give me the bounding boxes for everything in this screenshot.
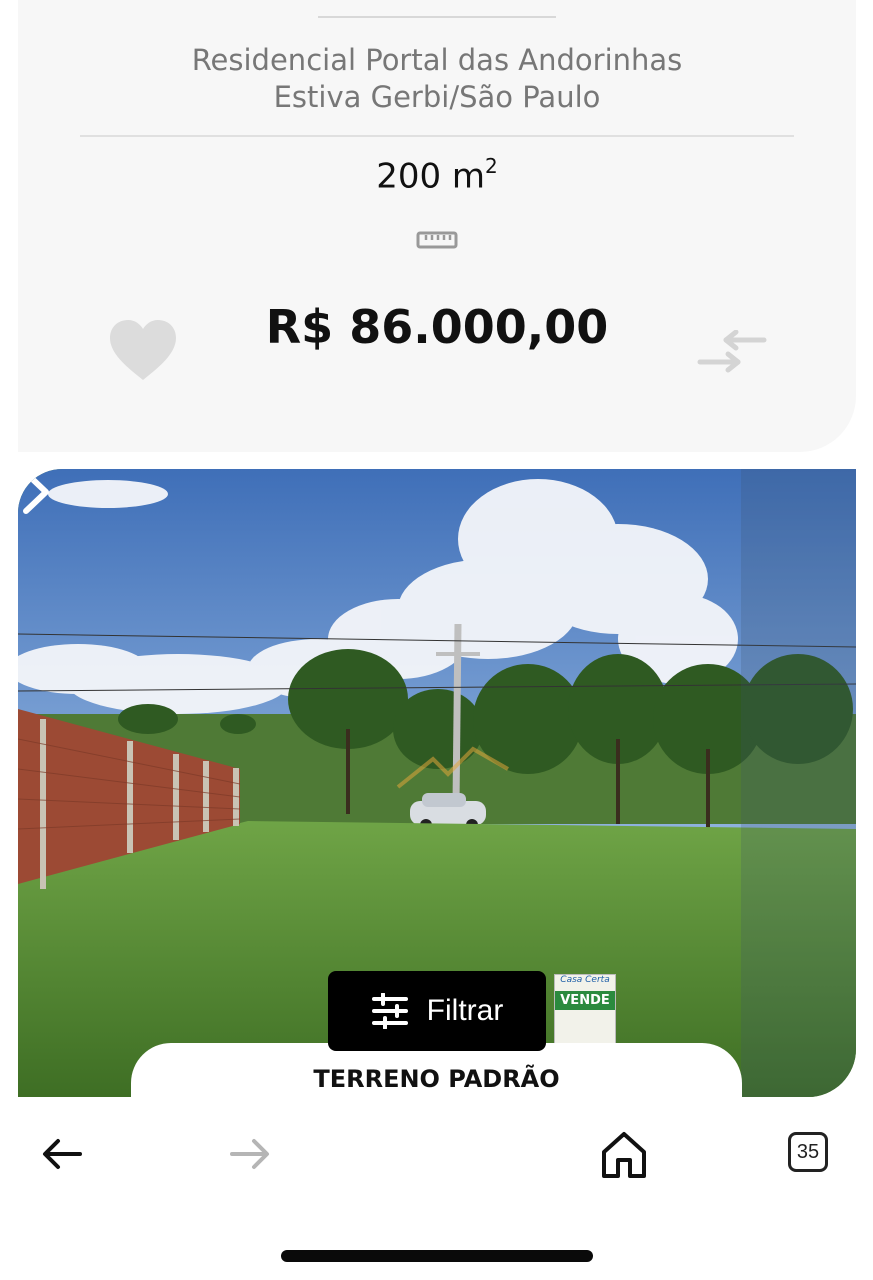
tab-count: 35 — [796, 1141, 820, 1163]
listing-card[interactable]: Residencial Portal das Andorinhas Estiva… — [18, 0, 856, 452]
listing-area: 200 m2 — [18, 154, 856, 197]
next-photo-peek[interactable] — [741, 469, 856, 1097]
location-line-1: Residencial Portal das Andorinhas — [191, 43, 683, 77]
area-unit-superscript: 2 — [485, 154, 498, 178]
sign-brand: Casa Certa — [560, 975, 610, 985]
home-icon[interactable] — [600, 1130, 648, 1180]
compare-arrows-icon[interactable] — [696, 330, 768, 374]
heart-icon[interactable] — [108, 318, 178, 382]
home-indicator[interactable] — [281, 1250, 593, 1262]
listing-location: Residencial Portal das Andorinhas Estiva… — [18, 42, 856, 116]
filter-button[interactable]: Filtrar — [328, 971, 546, 1051]
divider — [80, 135, 794, 137]
sign-text: VENDE — [555, 991, 615, 1010]
ruler-icon — [416, 231, 458, 249]
sliders-icon — [371, 993, 408, 1029]
tabs-count-button[interactable]: 35 — [788, 1132, 828, 1172]
for-sale-sign: Casa Certa VENDE — [554, 974, 616, 1048]
area-value: 200 m — [376, 156, 486, 197]
card-handle — [318, 16, 556, 18]
location-line-2: Estiva Gerbi/São Paulo — [273, 80, 601, 114]
arrow-left-icon[interactable] — [40, 1136, 84, 1172]
arrow-right-icon[interactable] — [228, 1136, 272, 1172]
property-type-label: TERRENO PADRÃO — [313, 1065, 560, 1093]
property-type-tab[interactable]: TERRENO PADRÃO — [131, 1043, 742, 1107]
chevron-right-icon[interactable] — [18, 469, 52, 515]
filter-label: Filtrar — [426, 994, 504, 1027]
